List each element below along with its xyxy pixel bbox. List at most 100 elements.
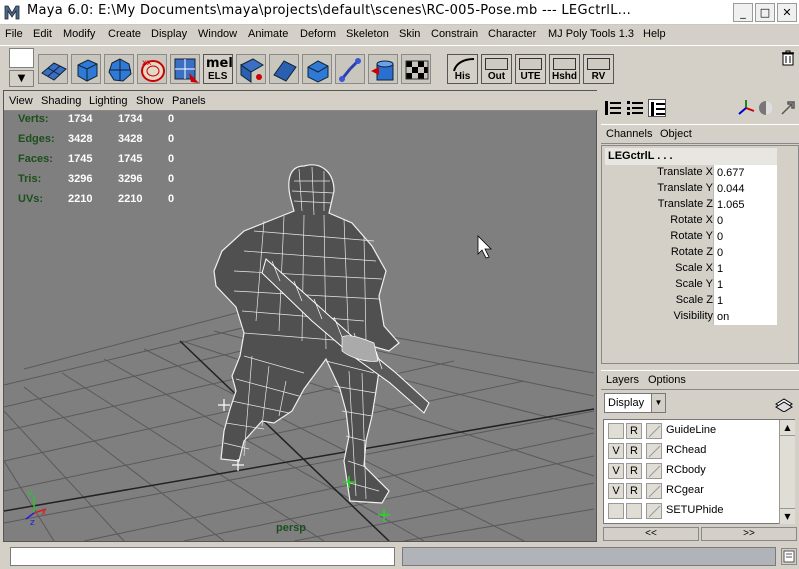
menu-display[interactable]: Display (151, 28, 187, 40)
arrow-pointer-icon[interactable] (779, 99, 797, 117)
shelf-tab-selector[interactable]: ▼ (9, 48, 36, 88)
layer-visibility-toggle[interactable] (608, 423, 624, 439)
viewport-menu-shading[interactable]: Shading (41, 95, 81, 107)
his-button[interactable]: His (447, 54, 478, 84)
layer-visibility-toggle[interactable]: V (608, 483, 624, 499)
layer-visibility-toggle[interactable]: V (608, 463, 624, 479)
menu-edit[interactable]: Edit (33, 28, 52, 40)
attr-row-scale-x[interactable]: Scale X 1 (605, 261, 777, 277)
attr-value-field[interactable]: 0.044 (713, 181, 777, 197)
attr-value-field[interactable]: 0 (713, 245, 777, 261)
menu-character[interactable]: Character (488, 28, 536, 40)
layer-row-rcgear[interactable]: V R RCgear (604, 481, 780, 501)
new-layer-icon[interactable] (773, 394, 793, 412)
sphere-icon[interactable] (104, 54, 134, 84)
cube2-icon[interactable] (302, 54, 332, 84)
layer-list-scrollbar[interactable]: ▲ ▼ (779, 420, 795, 524)
layer-next-button[interactable]: >> (701, 527, 797, 541)
layer-visibility-toggle[interactable]: V (608, 443, 624, 459)
command-line-input[interactable] (10, 547, 395, 566)
checker-icon[interactable] (401, 54, 431, 84)
layer-editor-layout-icon[interactable] (626, 99, 644, 117)
layer-row-rcbody[interactable]: V R RCbody (604, 461, 780, 481)
layer-color-swatch[interactable] (646, 483, 662, 499)
attr-row-rotate-x[interactable]: Rotate X 0 (605, 213, 777, 229)
attr-row-scale-z[interactable]: Scale Z 1 (605, 293, 777, 309)
layer-row-guideline[interactable]: R GuideLine (604, 421, 780, 441)
channel-box-node-name[interactable]: LEGctrlL . . . (605, 148, 777, 165)
trash-icon[interactable] (780, 50, 796, 66)
layer-color-swatch[interactable] (646, 463, 662, 479)
close-button[interactable]: ✕ (777, 3, 797, 22)
manipulator-icon[interactable] (737, 99, 755, 117)
cube-icon[interactable] (71, 54, 101, 84)
viewport-menu-lighting[interactable]: Lighting (89, 95, 128, 107)
shelf-menu-arrow-icon[interactable]: ▼ (9, 70, 34, 87)
plane2-icon[interactable] (269, 54, 299, 84)
plane-icon[interactable] (38, 54, 68, 84)
attr-row-rotate-z[interactable]: Rotate Z 0 (605, 245, 777, 261)
script-editor-button[interactable] (781, 548, 797, 565)
layer-color-swatch[interactable] (646, 503, 662, 519)
layer-color-swatch[interactable] (646, 423, 662, 439)
layers-menu[interactable]: Layers (606, 374, 639, 386)
layer-reference-toggle[interactable]: R (626, 463, 642, 479)
attr-value-field[interactable]: 0 (713, 229, 777, 245)
scroll-up-icon[interactable]: ▲ (780, 420, 795, 436)
layer-row-rchead[interactable]: V R RChead (604, 441, 780, 461)
layer-reference-toggle[interactable]: R (626, 483, 642, 499)
menu-modify[interactable]: Modify (63, 28, 95, 40)
options-menu[interactable]: Options (648, 374, 686, 386)
maximize-button[interactable]: □ (755, 3, 775, 22)
menu-window[interactable]: Window (198, 28, 237, 40)
layer-prev-button[interactable]: << (603, 527, 699, 541)
uv-map-icon[interactable] (236, 54, 266, 84)
viewport-canvas[interactable]: y z x (4, 111, 596, 541)
viewport-menu-panels[interactable]: Panels (172, 95, 206, 107)
viewport-menu-show[interactable]: Show (136, 95, 164, 107)
menu-skin[interactable]: Skin (399, 28, 420, 40)
attr-value-field[interactable]: 1 (713, 261, 777, 277)
layer-row-setuphide[interactable]: SETUPhide (604, 501, 780, 521)
channel-box-layout-icon[interactable] (604, 99, 622, 117)
menu-file[interactable]: File (5, 28, 23, 40)
menu-mj-poly-tools[interactable]: MJ Poly Tools 1.3 (548, 28, 634, 40)
attr-row-translate-x[interactable]: Translate X 0.677 (605, 165, 777, 181)
layer-visibility-toggle[interactable] (608, 503, 624, 519)
menu-animate[interactable]: Animate (248, 28, 288, 40)
attr-row-scale-y[interactable]: Scale Y 1 (605, 277, 777, 293)
shelf-tab[interactable] (9, 48, 34, 68)
menu-skeleton[interactable]: Skeleton (346, 28, 389, 40)
ute-button[interactable]: UTE (515, 54, 546, 84)
uv-icon[interactable] (170, 54, 200, 84)
object-tab[interactable]: Object (660, 128, 692, 140)
bucket-icon[interactable] (368, 54, 398, 84)
both-layout-icon[interactable] (648, 99, 666, 117)
layer-type-select[interactable]: Display ▼ (604, 393, 666, 413)
layer-reference-toggle[interactable]: R (626, 423, 642, 439)
minimize-button[interactable]: _ (733, 3, 753, 22)
attr-value-field[interactable]: 1 (713, 277, 777, 293)
menu-constrain[interactable]: Constrain (431, 28, 478, 40)
rv-button[interactable]: RV (583, 54, 614, 84)
channels-tab[interactable]: Channels (606, 128, 652, 140)
attr-value-field[interactable]: 0.677 (713, 165, 777, 181)
joint-icon[interactable] (335, 54, 365, 84)
layer-reference-toggle[interactable]: R (626, 443, 642, 459)
menu-deform[interactable]: Deform (300, 28, 336, 40)
attr-row-visibility[interactable]: Visibility on (605, 309, 777, 325)
out-button[interactable]: Out (481, 54, 512, 84)
menu-create[interactable]: Create (108, 28, 141, 40)
attr-row-translate-y[interactable]: Translate Y 0.044 (605, 181, 777, 197)
hshd-button[interactable]: Hshd (549, 54, 580, 84)
attr-row-rotate-y[interactable]: Rotate Y 0 (605, 229, 777, 245)
shading-ball-icon[interactable] (757, 99, 775, 117)
layer-color-swatch[interactable] (646, 443, 662, 459)
attr-value-field[interactable]: on (713, 309, 777, 325)
scroll-down-icon[interactable]: ▼ (780, 508, 795, 524)
attr-row-translate-z[interactable]: Translate Z 1.065 (605, 197, 777, 213)
mel-els-icon[interactable]: mel ELS (203, 54, 233, 84)
viewport-menu-view[interactable]: View (9, 95, 33, 107)
menu-help[interactable]: Help (643, 28, 666, 40)
layer-reference-toggle[interactable] (626, 503, 642, 519)
